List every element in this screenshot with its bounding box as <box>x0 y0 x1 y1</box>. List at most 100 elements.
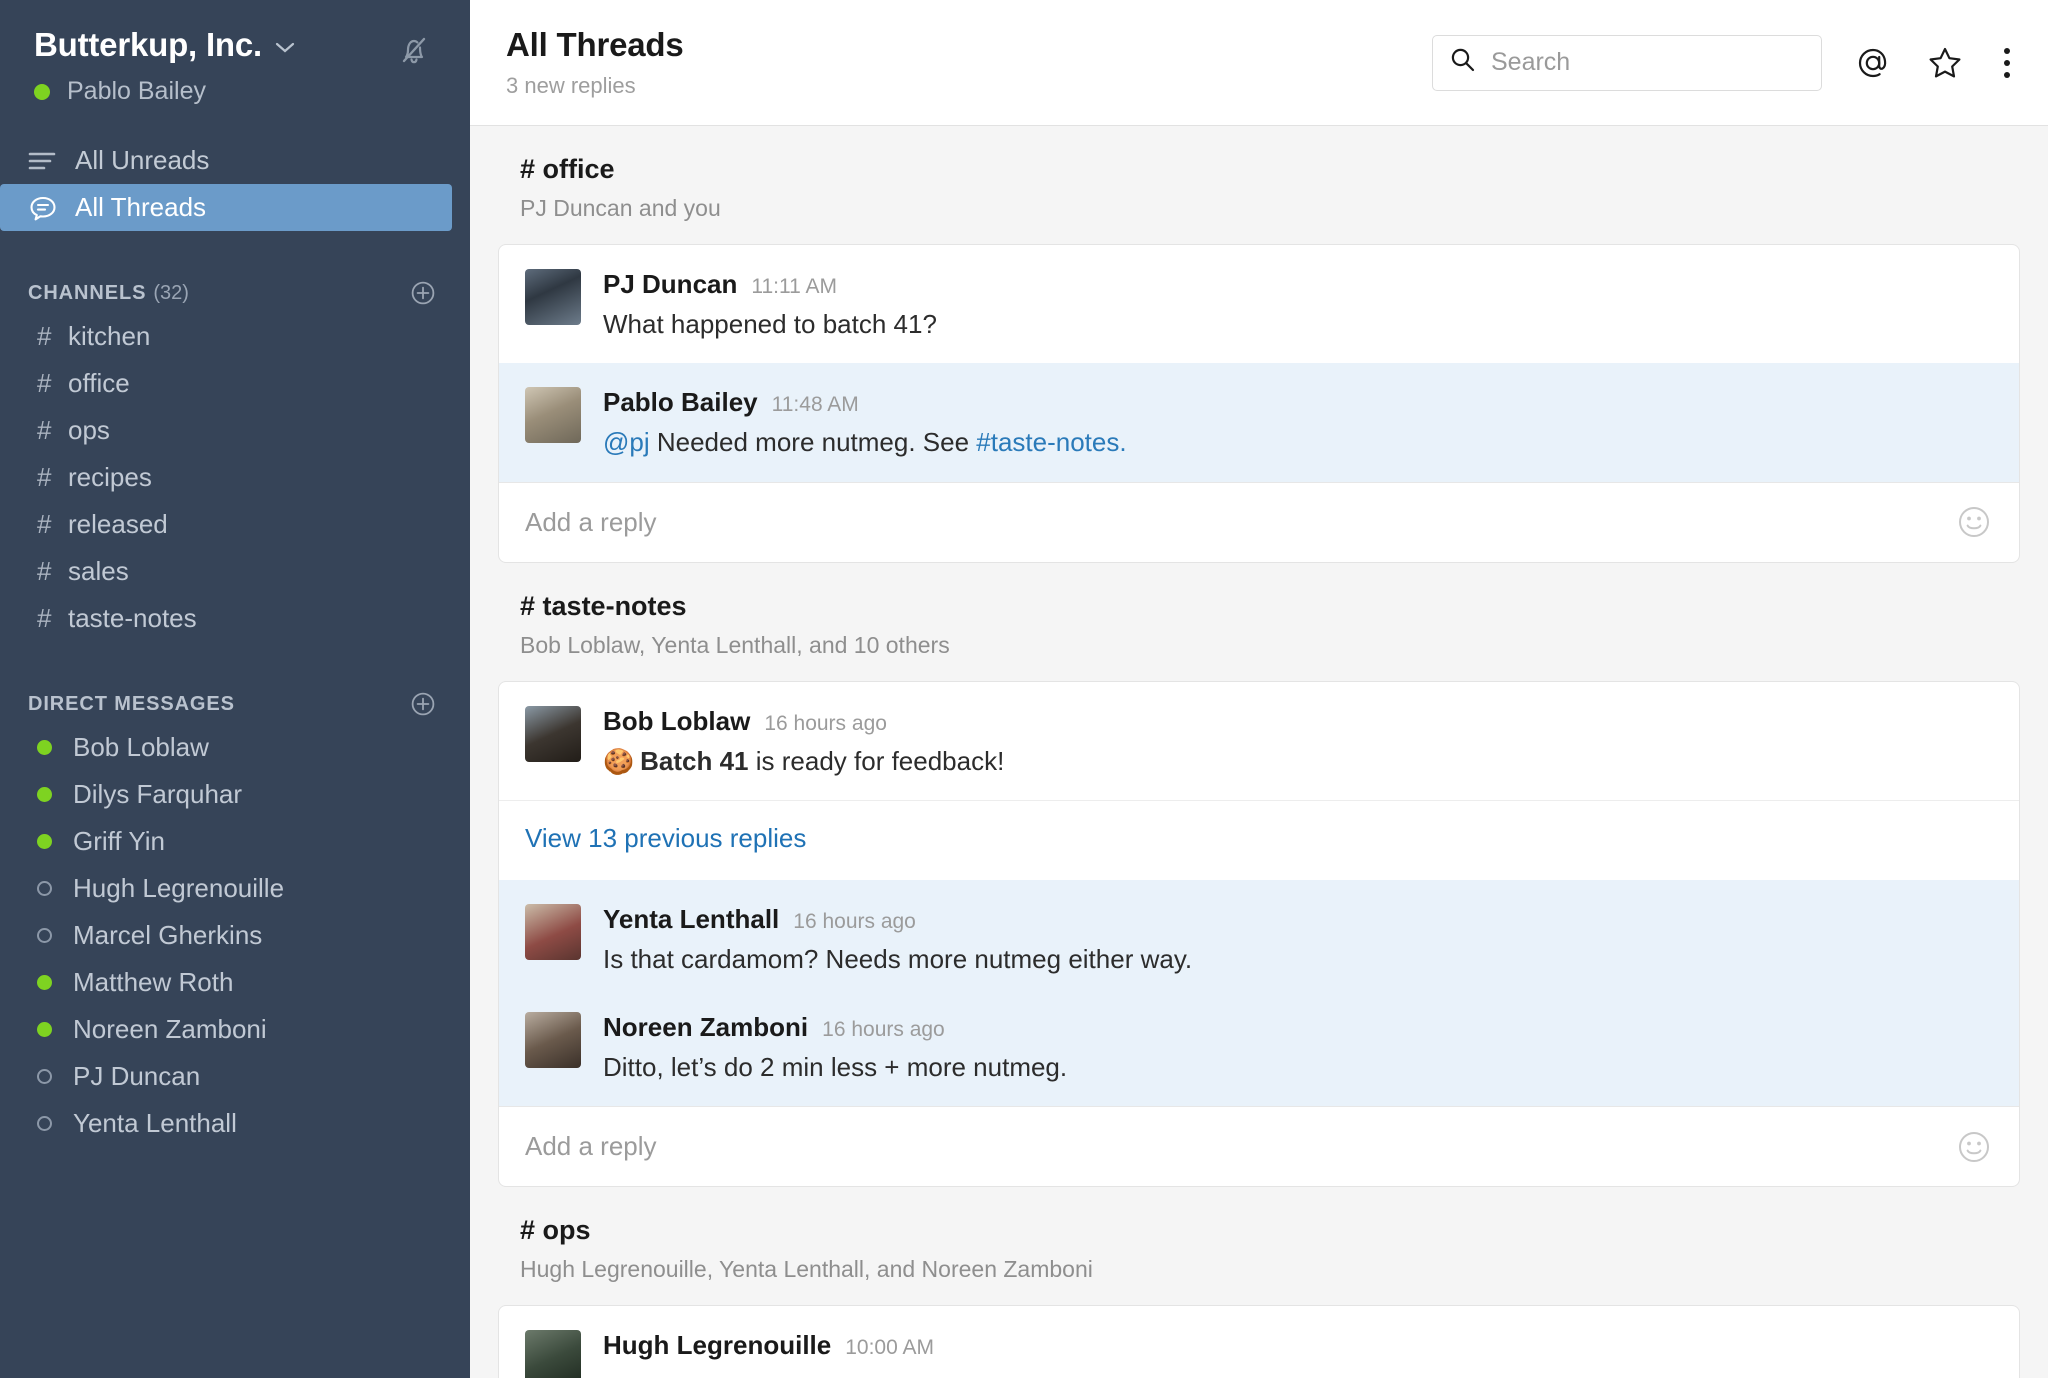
sidebar-channel-released[interactable]: # released <box>0 501 470 548</box>
add-reply-box[interactable]: Add a reply <box>499 1106 2019 1186</box>
thread-channel-name[interactable]: # office <box>520 154 2020 185</box>
message-meta: Pablo Bailey 11:48 AM <box>603 387 1993 418</box>
message-author[interactable]: Hugh Legrenouille <box>603 1330 831 1361</box>
sidebar-dm-bob-loblaw[interactable]: Bob Loblaw <box>0 724 470 771</box>
sidebar-item-all-threads[interactable]: All Threads <box>0 184 452 231</box>
message-text: What happened to batch 41? <box>603 309 937 339</box>
kebab-menu-icon[interactable] <box>1994 44 2020 82</box>
dm-label: Marcel Gherkins <box>73 920 263 950</box>
avatar[interactable] <box>525 903 581 960</box>
smiley-face-icon[interactable] <box>1955 503 1993 541</box>
thread-participants: PJ Duncan and you <box>520 195 721 221</box>
sidebar-channel-recipes[interactable]: # recipes <box>0 454 470 501</box>
cookie-emoji-icon: 🍪 <box>603 747 635 776</box>
channels-section-title: CHANNELS <box>28 281 147 304</box>
avatar[interactable] <box>525 1012 581 1069</box>
threads-feed[interactable]: # office PJ Duncan and you PJ Duncan 11:… <box>470 126 2048 1378</box>
view-previous-replies-link[interactable]: View 13 previous replies <box>525 823 806 853</box>
channel-link[interactable]: #taste-notes <box>976 427 1119 457</box>
sidebar-channel-office[interactable]: # office <box>0 360 470 407</box>
channel-label: sales <box>68 556 129 586</box>
message-author[interactable]: Yenta Lenthall <box>603 904 779 935</box>
dm-label: Bob Loblaw <box>73 732 209 762</box>
channel-label: kitchen <box>68 321 151 351</box>
add-reply-box[interactable]: Add a reply <box>499 481 2019 562</box>
message-timestamp: 10:00 AM <box>845 1336 934 1360</box>
search-input[interactable] <box>1491 48 1791 77</box>
hash-icon: # <box>520 1215 536 1246</box>
sidebar-dm-dilys-farquhar[interactable]: Dilys Farquhar <box>0 771 470 818</box>
message-meta: Noreen Zamboni 16 hours ago <box>603 1012 1993 1043</box>
add-dm-plus-circle-icon[interactable] <box>410 691 436 717</box>
presence-indicator-online <box>37 975 52 990</box>
dm-label: Noreen Zamboni <box>73 1014 267 1044</box>
add-channel-plus-circle-icon[interactable] <box>410 280 436 306</box>
message-author[interactable]: PJ Duncan <box>603 269 737 300</box>
sidebar-item-all-unreads[interactable]: All Unreads <box>0 137 470 184</box>
channel-label: office <box>68 368 130 398</box>
message-body: PJ Duncan 11:11 AM What happened to batc… <box>603 269 1993 341</box>
at-sign-icon[interactable] <box>1852 42 1894 84</box>
search-box[interactable] <box>1432 34 1822 91</box>
hash-icon: # <box>37 368 52 398</box>
message-author[interactable]: Bob Loblaw <box>603 706 750 737</box>
sidebar-dm-pj-duncan[interactable]: PJ Duncan <box>0 1053 470 1100</box>
add-reply-placeholder: Add a reply <box>525 1131 657 1162</box>
sidebar-dm-yenta-lenthall[interactable]: Yenta Lenthall <box>0 1100 470 1147</box>
bell-muted-icon[interactable] <box>394 30 434 70</box>
chevron-down-icon[interactable] <box>275 38 295 58</box>
avatar[interactable] <box>525 705 581 762</box>
sidebar-dm-matthew-roth[interactable]: Matthew Roth <box>0 959 470 1006</box>
message-timestamp: 16 hours ago <box>822 1018 945 1042</box>
star-icon[interactable] <box>1924 42 1966 84</box>
thread-header: # ops Hugh Legrenouille, Yenta Lenthall,… <box>498 1187 2020 1283</box>
dm-label: Yenta Lenthall <box>73 1108 237 1138</box>
sidebar-dm-marcel-gherkins[interactable]: Marcel Gherkins <box>0 912 470 959</box>
thread-group-taste-notes: # taste-notes Bob Loblaw, Yenta Lenthall… <box>470 563 2048 1188</box>
avatar[interactable] <box>525 387 581 444</box>
thread-card: Hugh Legrenouille 10:00 AM <box>498 1305 2020 1378</box>
sidebar-dm-griff-yin[interactable]: Griff Yin <box>0 818 470 865</box>
sidebar: Butterkup, Inc. Pablo Bailey All Unreads… <box>0 0 470 1378</box>
team-switcher[interactable]: Butterkup, Inc. <box>34 26 440 64</box>
sidebar-dm-noreen-zamboni[interactable]: Noreen Zamboni <box>0 1006 470 1053</box>
avatar[interactable] <box>525 269 581 325</box>
channels-section-header: CHANNELS (32) <box>0 273 470 313</box>
message-author[interactable]: Noreen Zamboni <box>603 1012 808 1043</box>
channel-label: ops <box>68 415 110 445</box>
channel-label: released <box>68 509 168 539</box>
sidebar-dm-hugh-legrenouille[interactable]: Hugh Legrenouille <box>0 865 470 912</box>
sidebar-channel-ops[interactable]: # ops <box>0 407 470 454</box>
message-row: PJ Duncan 11:11 AM What happened to batc… <box>499 245 2019 363</box>
avatar[interactable] <box>525 1330 581 1378</box>
message-text-bold: Batch 41 <box>640 745 749 776</box>
presence-indicator-away <box>37 928 52 943</box>
unreads-lines-icon <box>28 149 62 173</box>
thread-channel-name[interactable]: # taste-notes <box>520 591 2020 622</box>
user-mention-link[interactable]: @pj <box>603 427 650 457</box>
message-row: Hugh Legrenouille 10:00 AM <box>499 1306 2019 1378</box>
thread-card: Bob Loblaw 16 hours ago 🍪 Batch 41 is rea… <box>498 680 2020 1188</box>
sidebar-item-label: All Unreads <box>75 145 210 175</box>
presence-indicator-online <box>37 834 52 849</box>
message-author[interactable]: Pablo Bailey <box>603 387 758 418</box>
hash-icon: # <box>37 462 52 492</box>
header-titles: All Threads 3 new replies <box>506 26 684 99</box>
message-row-unread: Noreen Zamboni 16 hours ago Ditto, let’s… <box>499 998 2019 1107</box>
sidebar-item-label: All Threads <box>75 192 207 222</box>
team-name: Butterkup, Inc. <box>34 26 263 63</box>
sidebar-channel-taste-notes[interactable]: # taste-notes <box>0 595 470 642</box>
message-text: Is that cardamom? Needs more nutmeg eith… <box>603 943 1193 974</box>
message-text: 🍪 Batch 41 is ready for feedback! <box>603 745 1993 778</box>
message-timestamp: 16 hours ago <box>793 909 916 933</box>
sidebar-channel-sales[interactable]: # sales <box>0 548 470 595</box>
sidebar-channel-kitchen[interactable]: # kitchen <box>0 313 470 360</box>
direct-messages-section: DIRECT MESSAGES Bob Loblaw Dilys Farquha… <box>0 684 470 1147</box>
thread-channel-name[interactable]: # ops <box>520 1215 2020 1246</box>
dm-label: Matthew Roth <box>73 967 234 997</box>
smiley-face-icon[interactable] <box>1955 1128 1993 1166</box>
channels-section: CHANNELS (32) # kitchen # office # ops #… <box>0 273 470 642</box>
kebab-dot <box>2004 71 2010 78</box>
current-user[interactable]: Pablo Bailey <box>34 77 440 106</box>
thread-header: # office PJ Duncan and you <box>498 126 2020 222</box>
